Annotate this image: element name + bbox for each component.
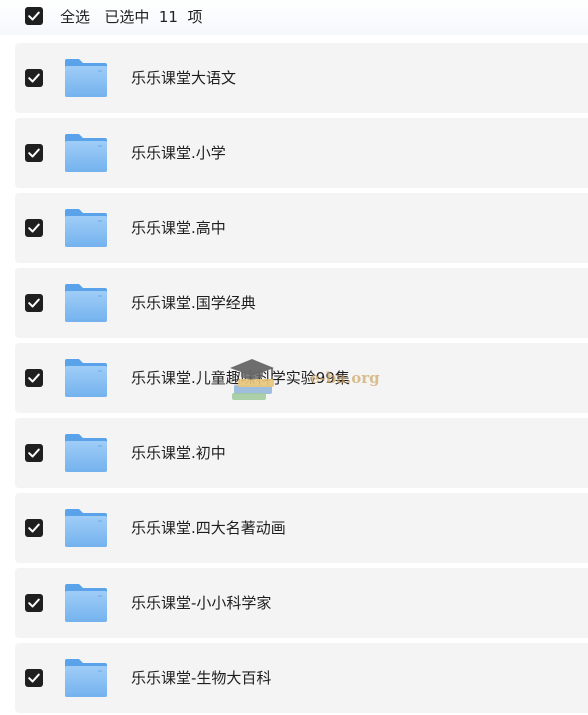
- select-all-checkbox[interactable]: [25, 7, 43, 25]
- file-row[interactable]: 乐乐课堂.国学经典: [15, 268, 588, 338]
- file-row[interactable]: 乐乐课堂.四大名著动画: [15, 493, 588, 563]
- selection-toolbar: 全选 已选中 11 项: [0, 0, 588, 35]
- folder-icon: [63, 432, 109, 474]
- file-name[interactable]: 乐乐课堂大语文: [131, 67, 236, 89]
- folder-icon: [63, 507, 109, 549]
- file-name[interactable]: 乐乐课堂-小小科学家: [131, 592, 271, 614]
- file-name[interactable]: 乐乐课堂.小学: [131, 142, 226, 164]
- folder-icon: [63, 207, 109, 249]
- file-row[interactable]: 乐乐课堂-生物大百科: [15, 643, 588, 713]
- file-row[interactable]: 乐乐课堂.初中: [15, 418, 588, 488]
- checkmark-icon: [28, 448, 40, 458]
- file-name[interactable]: 乐乐课堂.初中: [131, 442, 226, 464]
- selected-count-text: 已选中 11 项: [104, 8, 203, 26]
- file-row[interactable]: 乐乐课堂.小学: [15, 118, 588, 188]
- row-checkbox[interactable]: [25, 594, 43, 612]
- checkmark-icon: [28, 373, 40, 383]
- row-checkbox[interactable]: [25, 519, 43, 537]
- selection-status: 全选 已选中 11 项: [60, 7, 203, 27]
- folder-icon: [63, 657, 109, 699]
- file-row[interactable]: 乐乐课堂大语文: [15, 43, 588, 113]
- watermark: e-ba.org: [226, 355, 426, 405]
- file-row[interactable]: 乐乐课堂-小小科学家: [15, 568, 588, 638]
- file-row[interactable]: 乐乐课堂.高中: [15, 193, 588, 263]
- select-all-label[interactable]: 全选: [60, 8, 90, 26]
- checkmark-icon: [28, 11, 40, 21]
- row-checkbox[interactable]: [25, 144, 43, 162]
- folder-icon: [63, 57, 109, 99]
- file-name[interactable]: 乐乐课堂-生物大百科: [131, 667, 271, 689]
- checkmark-icon: [28, 73, 40, 83]
- file-name[interactable]: 乐乐课堂.国学经典: [131, 292, 256, 314]
- checkmark-icon: [28, 223, 40, 233]
- row-checkbox[interactable]: [25, 669, 43, 687]
- checkmark-icon: [28, 148, 40, 158]
- folder-icon: [63, 282, 109, 324]
- graduation-cap-icon: [230, 359, 274, 400]
- folder-icon: [63, 132, 109, 174]
- row-checkbox[interactable]: [25, 219, 43, 237]
- file-name[interactable]: 乐乐课堂.四大名著动画: [131, 517, 286, 539]
- checkmark-icon: [28, 523, 40, 533]
- row-checkbox[interactable]: [25, 369, 43, 387]
- row-checkbox[interactable]: [25, 444, 43, 462]
- checkmark-icon: [28, 598, 40, 608]
- checkmark-icon: [28, 673, 40, 683]
- folder-icon: [63, 582, 109, 624]
- row-checkbox[interactable]: [25, 69, 43, 87]
- checkmark-icon: [28, 298, 40, 308]
- folder-icon: [63, 357, 109, 399]
- row-checkbox[interactable]: [25, 294, 43, 312]
- file-name[interactable]: 乐乐课堂.高中: [131, 217, 226, 239]
- watermark-text: e-ba.org: [310, 369, 380, 387]
